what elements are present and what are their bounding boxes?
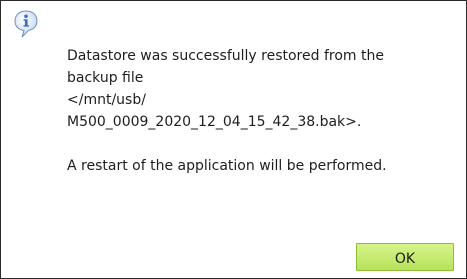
dialog-message: Datastore was successfully restored from… <box>67 45 447 177</box>
message-line: </mnt/usb/ <box>67 92 146 108</box>
info-dialog: Datastore was successfully restored from… <box>0 0 467 279</box>
message-line: Datastore was successfully restored from… <box>67 48 384 64</box>
ok-button[interactable]: OK <box>356 243 454 271</box>
restart-note: A restart of the application will be per… <box>67 158 387 174</box>
message-line: M500_0009_2020_12_04_15_42_38.bak>. <box>67 114 362 130</box>
info-icon <box>14 10 38 38</box>
message-line: backup file <box>67 70 144 86</box>
